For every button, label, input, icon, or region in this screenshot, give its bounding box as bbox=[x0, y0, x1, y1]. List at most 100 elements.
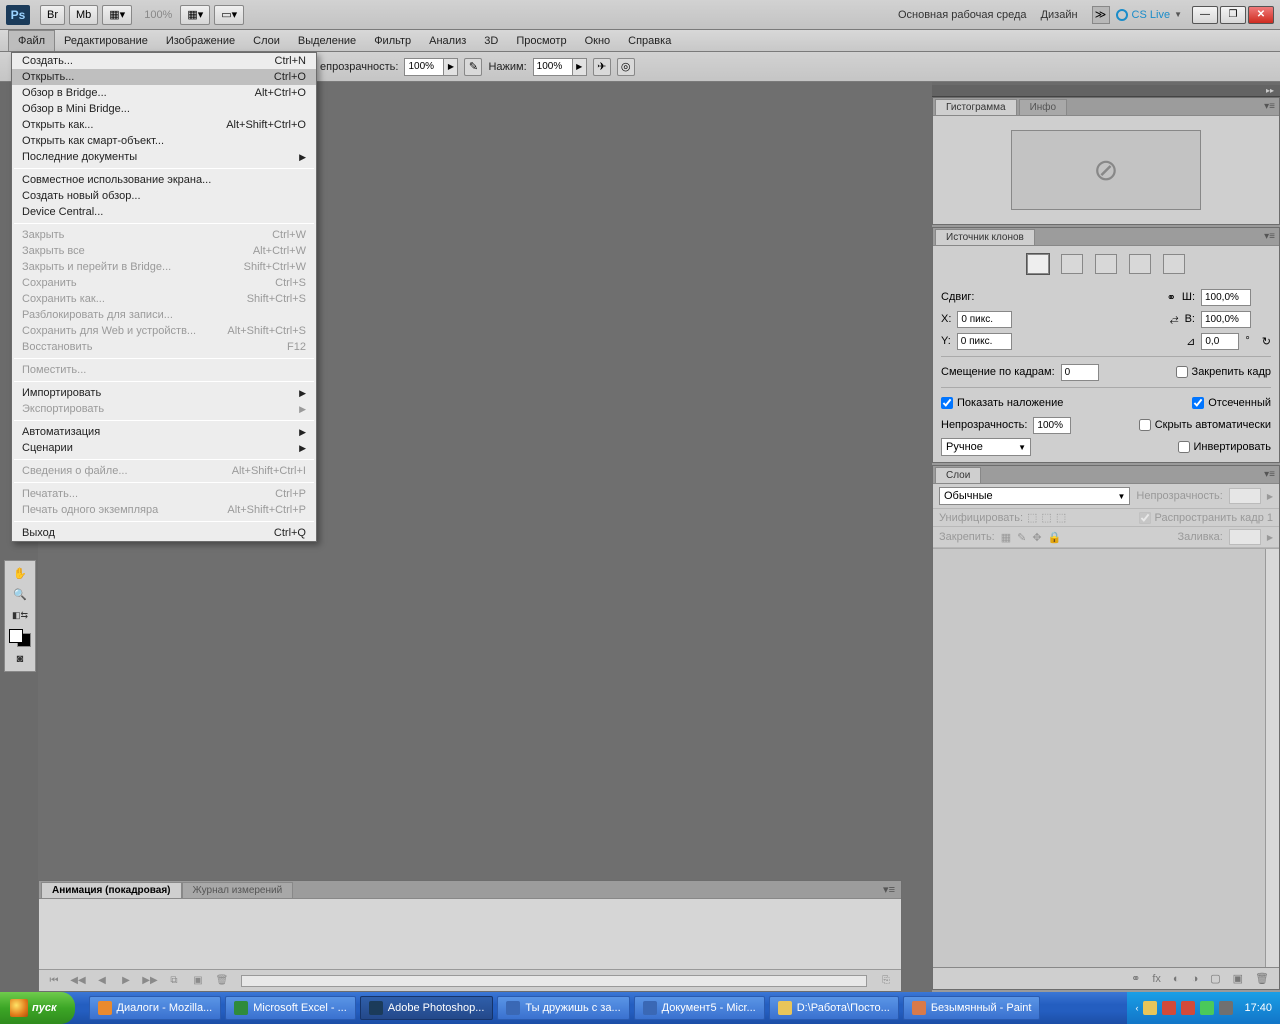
clone-y-input[interactable] bbox=[957, 333, 1012, 350]
opacity-pressure-icon[interactable]: ✎ bbox=[464, 58, 482, 76]
reset-transform-icon[interactable]: ↻ bbox=[1262, 335, 1271, 348]
screen-mode-button[interactable]: ▭▾ bbox=[214, 5, 244, 25]
overlay-opacity-input[interactable] bbox=[1033, 417, 1071, 434]
clone-slot-2[interactable] bbox=[1061, 254, 1083, 274]
anim-trash-button[interactable]: 🗑 bbox=[213, 974, 231, 988]
menu-filter[interactable]: Фильтр bbox=[365, 30, 420, 51]
anim-first-button[interactable]: ⏮ bbox=[45, 974, 63, 988]
lock-all-icon[interactable]: 🔒 bbox=[1048, 531, 1062, 544]
histogram-menu-icon[interactable]: ▾≡ bbox=[1264, 101, 1275, 112]
file-menu-item[interactable]: Открыть как...Alt+Shift+Ctrl+O bbox=[12, 117, 316, 133]
file-menu-item[interactable]: Печать одного экземпляраAlt+Shift+Ctrl+P bbox=[12, 502, 316, 518]
file-menu-item[interactable]: Печатать...Ctrl+P bbox=[12, 486, 316, 502]
workspace-main[interactable]: Основная рабочая среда bbox=[898, 9, 1027, 21]
anim-back-button[interactable]: ◀ bbox=[93, 974, 111, 988]
tray-expand-icon[interactable]: ‹ bbox=[1135, 1003, 1138, 1013]
clone-menu-icon[interactable]: ▾≡ bbox=[1264, 231, 1275, 242]
arrange-docs-button[interactable]: ▦▾ bbox=[180, 5, 210, 25]
tray-icon-5[interactable] bbox=[1219, 1001, 1233, 1015]
unify-pos-icon[interactable]: ⬚ bbox=[1027, 511, 1037, 524]
lock-pixels-icon[interactable]: ▦ bbox=[1001, 531, 1011, 544]
tab-animation[interactable]: Анимация (покадровая) bbox=[41, 882, 182, 898]
autohide-checkbox[interactable]: Скрыть автоматически bbox=[1139, 419, 1271, 431]
file-menu-item[interactable]: ВосстановитьF12 bbox=[12, 339, 316, 355]
tab-info[interactable]: Инфо bbox=[1019, 99, 1068, 115]
file-menu-item[interactable]: ЗакрытьCtrl+W bbox=[12, 227, 316, 243]
file-menu-item[interactable]: Автоматизация▶ bbox=[12, 424, 316, 440]
flow-input[interactable]: ▶ bbox=[533, 58, 587, 76]
tab-measurement-log[interactable]: Журнал измерений bbox=[182, 882, 294, 898]
quickmask-button[interactable]: ◙ bbox=[8, 650, 32, 668]
delete-layer-icon[interactable]: 🗑 bbox=[1255, 972, 1269, 985]
file-menu-item[interactable]: Последние документы▶ bbox=[12, 149, 316, 165]
fill-input[interactable] bbox=[1229, 529, 1261, 545]
tray-icon-2[interactable] bbox=[1162, 1001, 1176, 1015]
menu-image[interactable]: Изображение bbox=[157, 30, 244, 51]
anim-play-button[interactable]: ▶ bbox=[117, 974, 135, 988]
taskbar-task[interactable]: Ты дружишь с за... bbox=[497, 996, 629, 1020]
tab-clone-source[interactable]: Источник клонов bbox=[935, 229, 1035, 245]
layer-group-icon[interactable]: ▢ bbox=[1210, 972, 1220, 985]
anim-fwd-button[interactable]: ▶▶ bbox=[141, 974, 159, 988]
layers-menu-icon[interactable]: ▾≡ bbox=[1264, 469, 1275, 480]
workspace-more-button[interactable]: ≫ bbox=[1092, 6, 1110, 24]
opacity-input[interactable]: ▶ bbox=[404, 58, 458, 76]
close-button[interactable]: ✕ bbox=[1248, 6, 1274, 24]
menu-3d[interactable]: 3D bbox=[475, 30, 507, 51]
workspace-design[interactable]: Дизайн bbox=[1041, 9, 1078, 21]
minimize-button[interactable]: — bbox=[1192, 6, 1218, 24]
taskbar-task[interactable]: Microsoft Excel - ... bbox=[225, 996, 356, 1020]
anim-newframe-button[interactable]: ▣ bbox=[189, 974, 207, 988]
file-menu-item[interactable]: Экспортировать▶ bbox=[12, 401, 316, 417]
link-icon[interactable]: ⚭ bbox=[1167, 291, 1176, 304]
file-menu-item[interactable]: Импортировать▶ bbox=[12, 385, 316, 401]
flip-h-icon[interactable]: ⥄ bbox=[1170, 313, 1179, 326]
tray-icon-1[interactable] bbox=[1143, 1001, 1157, 1015]
frame-offset-input[interactable] bbox=[1061, 364, 1099, 381]
file-menu-item[interactable]: Поместить... bbox=[12, 362, 316, 378]
file-menu-item[interactable]: Закрыть и перейти в Bridge...Shift+Ctrl+… bbox=[12, 259, 316, 275]
file-menu-item[interactable]: СохранитьCtrl+S bbox=[12, 275, 316, 291]
file-menu-item[interactable]: ВыходCtrl+Q bbox=[12, 525, 316, 541]
clone-angle-input[interactable] bbox=[1201, 333, 1239, 350]
file-menu-item[interactable]: Совместное использование экрана... bbox=[12, 172, 316, 188]
layers-scrollbar[interactable] bbox=[1265, 549, 1279, 967]
new-layer-icon[interactable]: ▣ bbox=[1233, 972, 1243, 985]
anim-prev-button[interactable]: ◀◀ bbox=[69, 974, 87, 988]
layer-opacity-input[interactable] bbox=[1229, 488, 1261, 504]
animation-scrollbar[interactable] bbox=[241, 975, 867, 987]
menu-analysis[interactable]: Анализ bbox=[420, 30, 475, 51]
blend-mode-select[interactable]: Обычные▼ bbox=[939, 487, 1130, 505]
taskbar-task[interactable]: Безымянный - Paint bbox=[903, 996, 1041, 1020]
clone-slot-4[interactable] bbox=[1129, 254, 1151, 274]
zoom-tool[interactable]: 🔍 bbox=[8, 585, 32, 603]
cs-live-button[interactable]: CS Live▼ bbox=[1116, 9, 1182, 21]
tablet-pressure-icon[interactable]: ◎ bbox=[617, 58, 635, 76]
anim-convert-button[interactable]: ⎘ bbox=[877, 974, 895, 988]
clone-slot-5[interactable] bbox=[1163, 254, 1185, 274]
minibridge-button[interactable]: Mb bbox=[69, 5, 98, 25]
lock-brush-icon[interactable]: ✎ bbox=[1017, 531, 1026, 544]
animation-panel-menu-icon[interactable]: ▾≡ bbox=[883, 883, 895, 896]
layer-fx-icon[interactable]: fx bbox=[1152, 973, 1161, 985]
tab-layers[interactable]: Слои bbox=[935, 467, 981, 483]
overlay-mode-select[interactable]: Ручное▼ bbox=[941, 438, 1031, 456]
start-button[interactable]: пуск bbox=[0, 992, 75, 1024]
unify-style-icon[interactable]: ⬚ bbox=[1056, 511, 1066, 524]
invert-checkbox[interactable]: Инвертировать bbox=[1178, 441, 1271, 453]
file-menu-item[interactable]: Обзор в Mini Bridge... bbox=[12, 101, 316, 117]
lock-move-icon[interactable]: ✥ bbox=[1032, 531, 1041, 544]
view-extras-button[interactable]: ▦▾ bbox=[102, 5, 132, 25]
taskbar-task[interactable]: D:\Работа\Посто... bbox=[769, 996, 899, 1020]
clipped-checkbox[interactable]: Отсеченный bbox=[1192, 397, 1271, 409]
menu-select[interactable]: Выделение bbox=[289, 30, 365, 51]
menu-window[interactable]: Окно bbox=[576, 30, 620, 51]
panels-collapse-button[interactable]: ▸▸ bbox=[932, 85, 1280, 97]
zoom-level[interactable]: 100% bbox=[144, 9, 172, 21]
file-menu-item[interactable]: Разблокировать для записи... bbox=[12, 307, 316, 323]
file-menu-item[interactable]: Открыть как смарт-объект... bbox=[12, 133, 316, 149]
menu-edit[interactable]: Редактирование bbox=[55, 30, 157, 51]
file-menu-item[interactable]: Обзор в Bridge...Alt+Ctrl+O bbox=[12, 85, 316, 101]
tray-icon-4[interactable] bbox=[1200, 1001, 1214, 1015]
tray-icon-3[interactable] bbox=[1181, 1001, 1195, 1015]
